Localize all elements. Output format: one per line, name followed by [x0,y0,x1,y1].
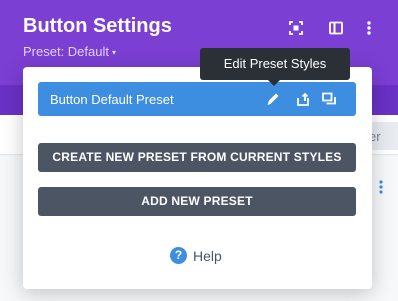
preset-popup: Button Default Preset CREATE NEW PRESET … [23,67,372,289]
preset-dropdown[interactable]: Preset: Default ▾ [23,44,116,59]
export-icon[interactable] [295,91,311,107]
tooltip: Edit Preset Styles [200,48,350,80]
help-label: Help [193,248,222,264]
caret-down-icon: ▾ [112,48,117,57]
page-title: Button Settings [23,15,172,37]
tooltip-arrow [268,80,280,86]
edit-icon[interactable] [265,91,281,107]
more-vertical-icon[interactable] [377,179,385,195]
help-icon: ? [170,247,187,264]
more-vertical-icon[interactable] [361,20,377,36]
copy-icon[interactable] [321,91,337,107]
preset-item-label: Button Default Preset [50,92,174,107]
create-preset-from-current-button[interactable]: CREATE NEW PRESET FROM CURRENT STYLES [38,143,356,172]
split-view-icon[interactable] [328,20,344,36]
add-new-preset-button[interactable]: ADD NEW PRESET [38,187,356,216]
expand-icon[interactable] [288,20,304,36]
preset-dropdown-label: Preset: Default [23,44,109,59]
preset-item-default[interactable]: Button Default Preset [38,82,356,116]
